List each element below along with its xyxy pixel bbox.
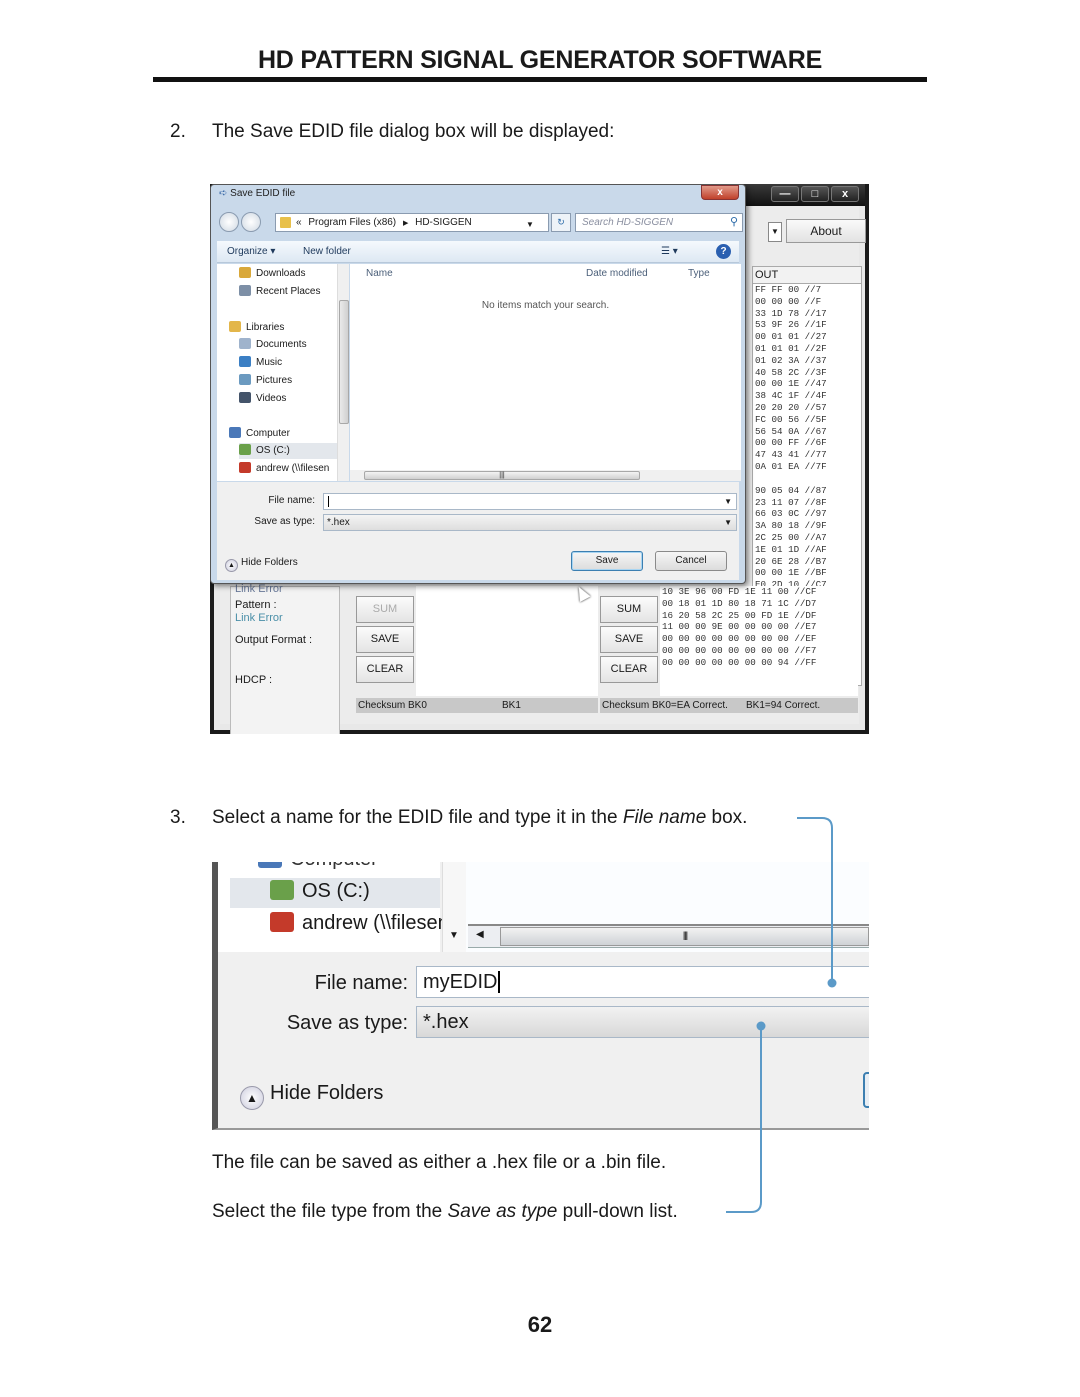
callout-lines (726, 817, 837, 1213)
callout-file-name-dot (827, 978, 837, 988)
callout-file-name (797, 817, 833, 982)
page-number: 62 (527, 1312, 553, 1337)
callout-save-type (726, 1027, 762, 1213)
callout-save-type-dot (756, 1021, 766, 1031)
